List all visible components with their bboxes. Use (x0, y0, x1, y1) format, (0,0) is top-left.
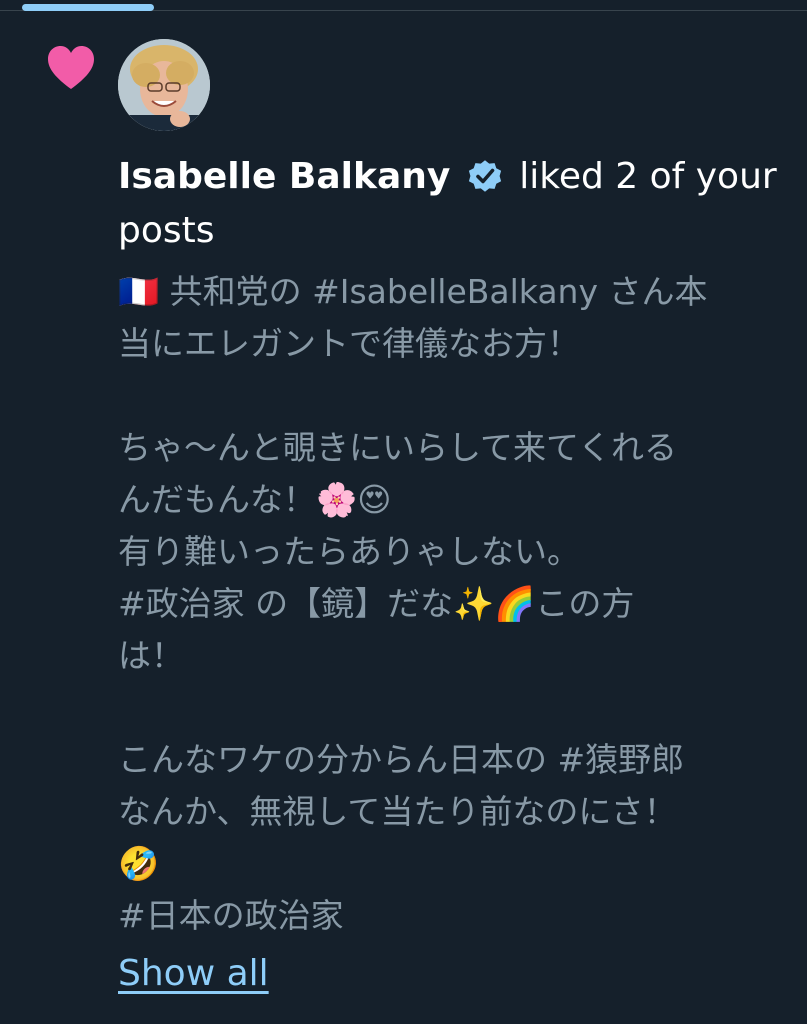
tweet-line: #日本の政治家 (118, 896, 344, 935)
tweet-line: なんか、無視して当たり前なのにさ！ (118, 792, 677, 831)
active-tab-indicator (22, 4, 154, 11)
verified-badge-icon (468, 160, 501, 192)
user-name-link[interactable]: Isabelle Balkany (118, 156, 450, 197)
tweet-line: んだもんな！🌸😍 (118, 480, 392, 519)
notification-body: Isabelle Balkany liked 2 of your posts 🇫… (118, 150, 778, 1000)
avatar[interactable] (118, 39, 210, 131)
tweet-line: 🤣 (118, 844, 160, 883)
heart-icon (48, 46, 94, 89)
tweet-line (118, 682, 778, 734)
tweet-line: ちゃ〜んと覗きにいらして来てくれる (118, 428, 678, 467)
avatar-image (118, 39, 210, 131)
tweet-line: 当にエレガントで律儀なお方！ (118, 324, 580, 363)
show-all-link[interactable]: Show all (118, 948, 269, 1000)
tweet-line: こんなワケの分からん日本の #猿野郎 (118, 740, 685, 779)
tweet-line (118, 370, 778, 422)
tweet-line: #政治家 の【鏡】だな✨🌈この方 (118, 584, 635, 623)
tweet-text[interactable]: 🇫🇷 共和党の #IsabelleBalkany さん本 当にエレガントで律儀なお… (118, 266, 778, 942)
tweet-line: 🇫🇷 共和党の #IsabelleBalkany さん本 (118, 272, 708, 311)
tweet-line: 有り難いったらありゃしない。 (118, 532, 580, 571)
notification-headline: Isabelle Balkany liked 2 of your posts (118, 150, 778, 258)
tweet-line: は！ (118, 636, 184, 675)
